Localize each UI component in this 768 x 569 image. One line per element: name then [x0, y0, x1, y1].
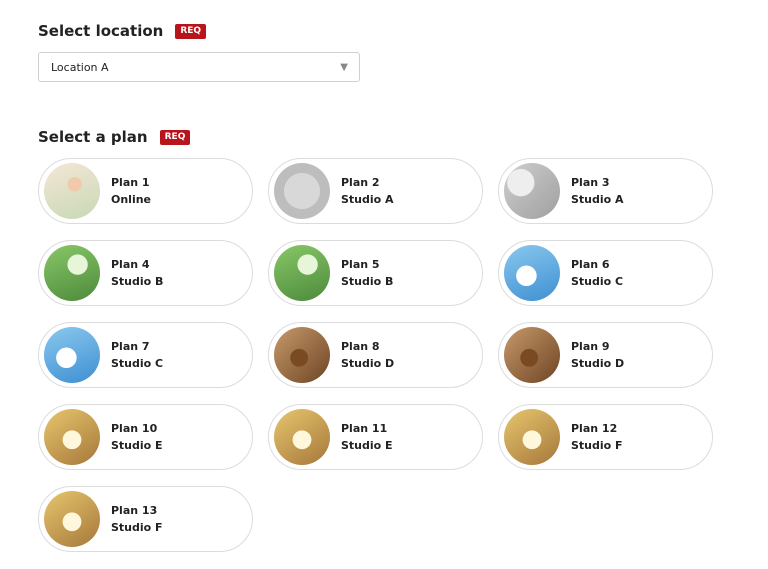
chevron-down-icon: ▼	[340, 61, 348, 73]
plan-label-line: Studio A	[571, 193, 624, 206]
plan-thumbnail	[274, 409, 330, 465]
plan-thumbnail	[274, 327, 330, 383]
plan-thumbnail	[44, 245, 100, 301]
plan-label: Plan 9 Studio D	[571, 338, 624, 372]
plan-label-line: Online	[111, 193, 152, 206]
plan-label-line: Studio E	[111, 439, 163, 452]
plan-label: Plan 5 Studio B	[341, 256, 393, 290]
plan-card[interactable]: Plan 11 Studio E	[268, 404, 483, 470]
plan-label-line: Plan 9	[571, 340, 610, 353]
plan-thumbnail	[44, 163, 100, 219]
plan-card[interactable]: Plan 2 Studio A	[268, 158, 483, 224]
plan-label-line: Studio C	[571, 275, 624, 288]
reservation-section-header: Select a plan REQ	[38, 128, 191, 146]
plan-thumbnail	[44, 327, 100, 383]
reservation-section-title: Select a plan	[38, 128, 148, 146]
plan-thumbnail	[504, 163, 560, 219]
plan-label-line: Plan 11	[341, 422, 388, 435]
plan-label: Plan 4 Studio B	[111, 256, 163, 290]
required-badge: REQ	[159, 129, 191, 145]
plan-label-line: Plan 2	[341, 176, 380, 189]
plan-label-line: Plan 4	[111, 258, 150, 271]
plan-card[interactable]: Plan 4 Studio B	[38, 240, 253, 306]
plan-label: Plan 7 Studio C	[111, 338, 163, 372]
store-section-title: Select location	[38, 22, 164, 40]
plan-label-line: Studio F	[571, 439, 623, 452]
plan-label: Plan 1 Online	[111, 174, 151, 208]
plan-label: Plan 3 Studio A	[571, 174, 624, 208]
plan-label-line: Plan 7	[111, 340, 150, 353]
reservation-form: Select location REQ Location A ▼ Select …	[0, 0, 768, 569]
plan-label-line: Studio B	[111, 275, 164, 288]
plan-thumbnail	[44, 491, 100, 547]
plan-label-line: Studio A	[341, 193, 394, 206]
plan-label-line: Plan 6	[571, 258, 610, 271]
required-badge: REQ	[175, 23, 207, 39]
plan-label: Plan 10 Studio E	[111, 420, 163, 454]
plan-label-line: Plan 13	[111, 504, 158, 517]
store-select[interactable]: Location A ▼	[38, 52, 360, 82]
plan-card[interactable]: Plan 12 Studio F	[498, 404, 713, 470]
plan-label-line: Plan 5	[341, 258, 380, 271]
plan-thumbnail	[274, 163, 330, 219]
plan-card[interactable]: Plan 3 Studio A	[498, 158, 713, 224]
plan-label: Plan 12 Studio F	[571, 420, 623, 454]
plan-label: Plan 13 Studio F	[111, 502, 163, 536]
plan-label: Plan 6 Studio C	[571, 256, 623, 290]
store-select-value: Location A	[51, 60, 109, 74]
store-section-header: Select location REQ	[38, 22, 207, 40]
plan-label-line: Studio D	[571, 357, 625, 370]
plan-label-line: Plan 12	[571, 422, 618, 435]
plan-card[interactable]: Plan 8 Studio D	[268, 322, 483, 388]
plan-card[interactable]: Plan 13 Studio F	[38, 486, 253, 552]
plan-card[interactable]: Plan 9 Studio D	[498, 322, 713, 388]
plan-label-line: Studio D	[341, 357, 395, 370]
plan-label-line: Plan 10	[111, 422, 158, 435]
plan-thumbnail	[44, 409, 100, 465]
plan-card[interactable]: Plan 1 Online	[38, 158, 253, 224]
plan-thumbnail	[274, 245, 330, 301]
plan-label-line: Studio F	[111, 521, 163, 534]
plan-label: Plan 11 Studio E	[341, 420, 393, 454]
plan-label-line: Studio B	[341, 275, 394, 288]
plan-card[interactable]: Plan 10 Studio E	[38, 404, 253, 470]
plan-thumbnail	[504, 245, 560, 301]
plan-card[interactable]: Plan 5 Studio B	[268, 240, 483, 306]
plan-card[interactable]: Plan 6 Studio C	[498, 240, 713, 306]
plan-label-line: Plan 3	[571, 176, 610, 189]
plan-label-line: Studio C	[111, 357, 164, 370]
plan-label-line: Plan 8	[341, 340, 380, 353]
plan-thumbnail	[504, 327, 560, 383]
plan-label: Plan 8 Studio D	[341, 338, 394, 372]
plan-thumbnail	[504, 409, 560, 465]
plan-label: Plan 2 Studio A	[341, 174, 394, 208]
plan-label-line: Studio E	[341, 439, 393, 452]
plan-label-line: Plan 1	[111, 176, 150, 189]
plan-card[interactable]: Plan 7 Studio C	[38, 322, 253, 388]
